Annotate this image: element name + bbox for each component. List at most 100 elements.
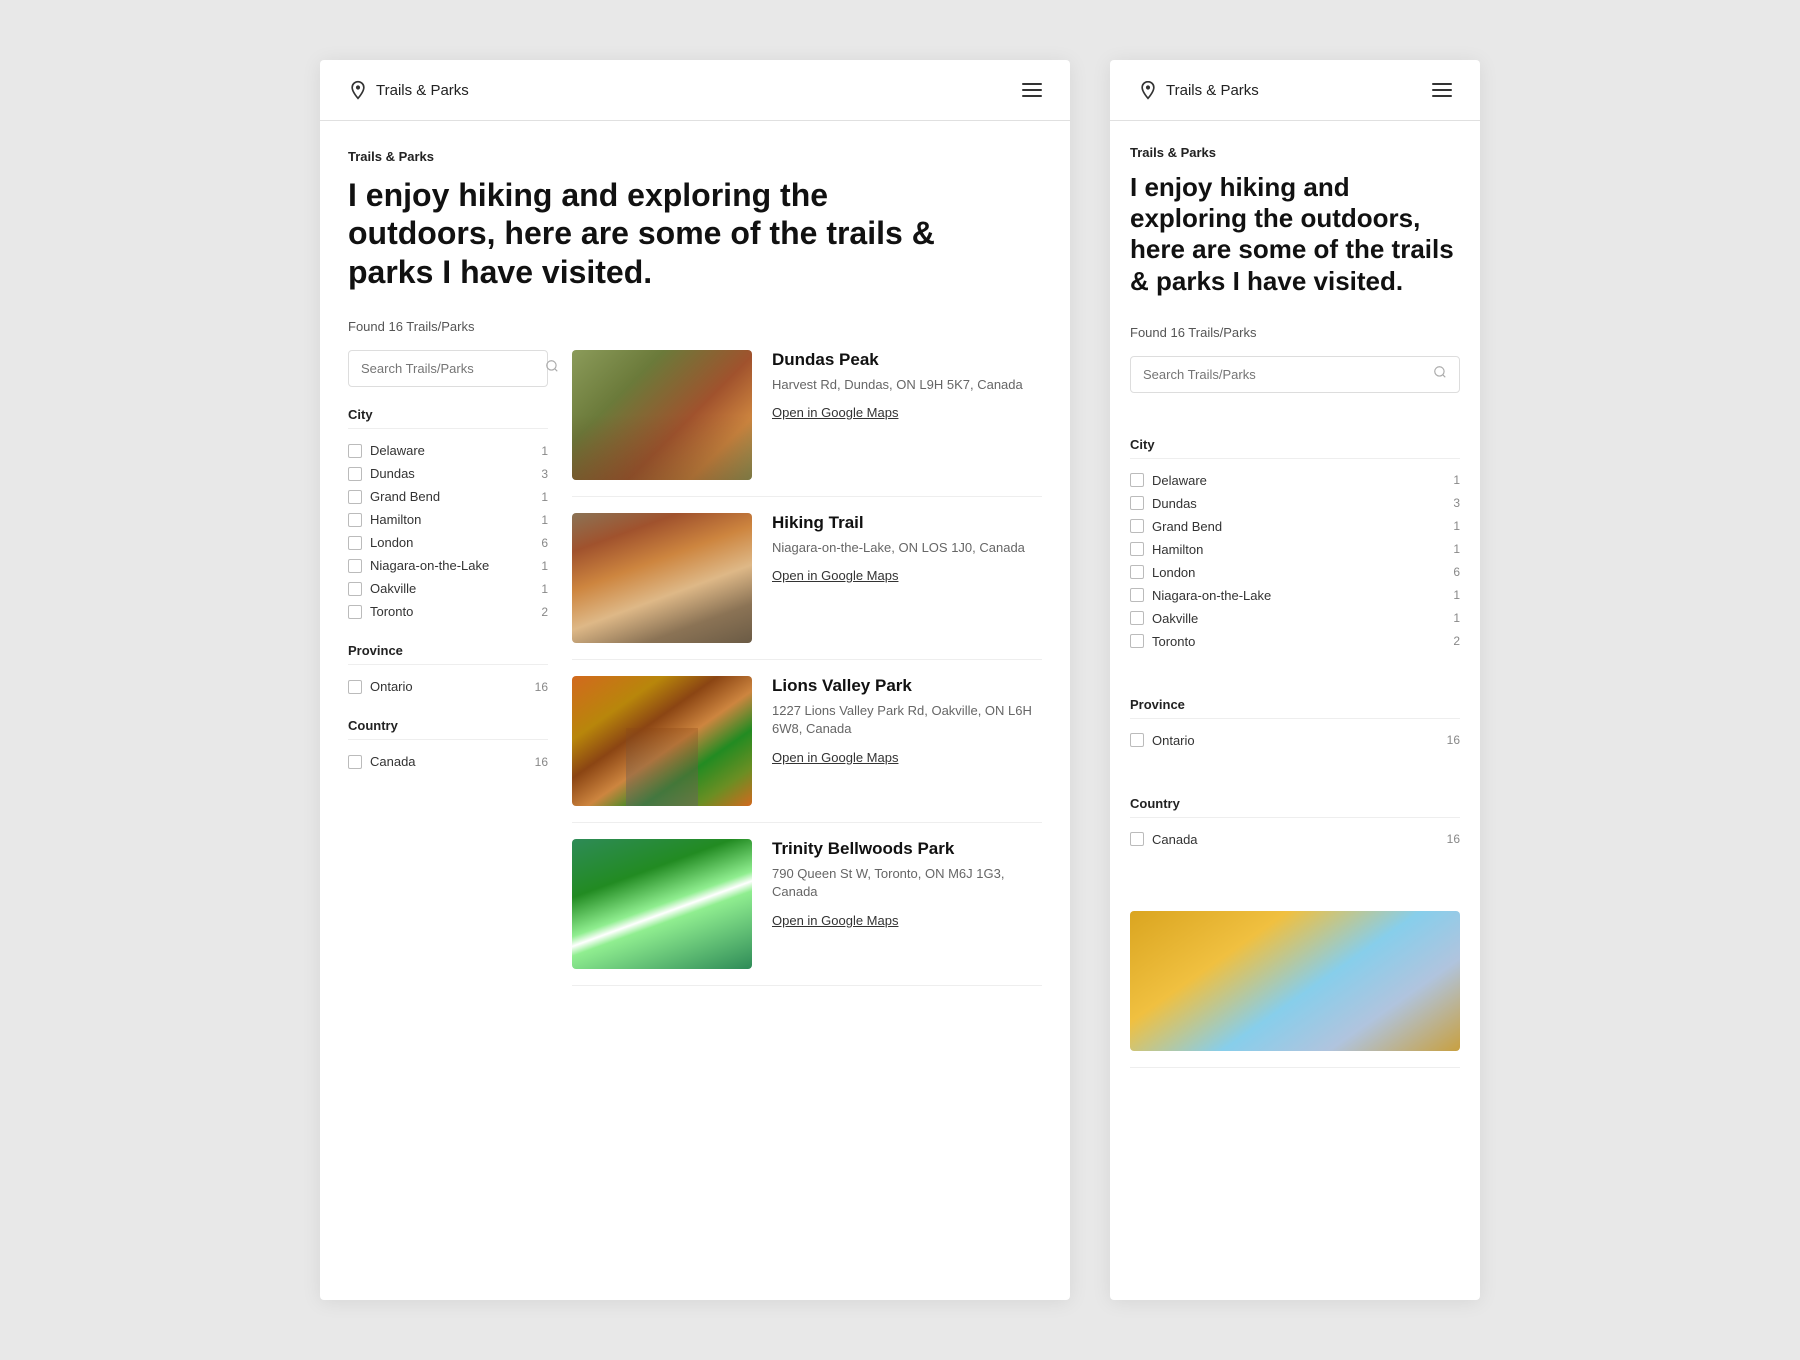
main-layout-right: City Delaware 1 Dundas 3 Grand Bend 1 Ha… [1130, 356, 1460, 1068]
trail-image-trinity [572, 839, 752, 969]
filter-item: Hamilton 1 [348, 508, 548, 531]
checkbox-grand-bend-left[interactable] [348, 490, 362, 504]
filter-city-label-left: City [348, 407, 548, 429]
header-title-right: Trails & Parks [1166, 82, 1259, 99]
checkbox-dundas-right[interactable] [1130, 496, 1144, 510]
right-panel: Trails & Parks Trails & Parks I enjoy hi… [1110, 60, 1480, 1300]
filter-item: Delaware 1 [348, 439, 548, 462]
filter-item: Dundas 3 [1130, 492, 1460, 515]
filter-item: Oakville 1 [348, 577, 548, 600]
search-input-left[interactable] [361, 361, 537, 376]
checkbox-toronto-left[interactable] [348, 605, 362, 619]
trail-address-dundas-peak: Harvest Rd, Dundas, ON L9H 5K7, Canada [772, 376, 1042, 394]
trail-address-lions-valley: 1227 Lions Valley Park Rd, Oakville, ON … [772, 702, 1042, 738]
filter-item: Toronto 2 [1130, 630, 1460, 653]
trail-item-lions-valley: Lions Valley Park 1227 Lions Valley Park… [572, 660, 1042, 823]
filter-item: Niagara-on-the-Lake 1 [348, 554, 548, 577]
checkbox-hamilton-right[interactable] [1130, 542, 1144, 556]
trail-info-trinity: Trinity Bellwoods Park 790 Queen St W, T… [772, 839, 1042, 969]
filter-country-right: Country Canada 16 [1130, 796, 1460, 851]
checkbox-delaware-right[interactable] [1130, 473, 1144, 487]
filter-item: London 6 [348, 531, 548, 554]
checkbox-grand-bend-right[interactable] [1130, 519, 1144, 533]
filter-country-label-left: Country [348, 718, 548, 740]
logo-right: Trails & Parks [1138, 80, 1259, 100]
location-pin-icon-right [1138, 80, 1158, 100]
checkbox-dundas-left[interactable] [348, 467, 362, 481]
trail-link-dundas-peak[interactable]: Open in Google Maps [772, 405, 898, 420]
checkbox-oakville-left[interactable] [348, 582, 362, 596]
logo-left: Trails & Parks [348, 80, 469, 100]
trail-name-dundas-peak: Dundas Peak [772, 350, 1042, 370]
trail-name-hiking-trail: Hiking Trail [772, 513, 1042, 533]
checkbox-canada-right[interactable] [1130, 832, 1144, 846]
trail-address-hiking-trail: Niagara-on-the-Lake, ON LOS 1J0, Canada [772, 539, 1042, 557]
trail-link-hiking-trail[interactable]: Open in Google Maps [772, 568, 898, 583]
checkbox-hamilton-left[interactable] [348, 513, 362, 527]
filter-country-label-right: Country [1130, 796, 1460, 818]
trail-info-hiking-trail: Hiking Trail Niagara-on-the-Lake, ON LOS… [772, 513, 1042, 643]
search-box-left[interactable] [348, 350, 548, 387]
checkbox-delaware-left[interactable] [348, 444, 362, 458]
trail-name-trinity: Trinity Bellwoods Park [772, 839, 1042, 859]
filter-item: Ontario 16 [1130, 729, 1460, 752]
page-heading-right: I enjoy hiking and exploring the outdoor… [1130, 172, 1460, 297]
trail-address-trinity: 790 Queen St W, Toronto, ON M6J 1G3, Can… [772, 865, 1042, 901]
checkbox-oakville-right[interactable] [1130, 611, 1144, 625]
trail-item-hiking-trail: Hiking Trail Niagara-on-the-Lake, ON LOS… [572, 497, 1042, 660]
trail-link-lions-valley[interactable]: Open in Google Maps [772, 750, 898, 765]
search-box-right[interactable] [1130, 356, 1460, 393]
filter-item: Grand Bend 1 [1130, 515, 1460, 538]
filter-item: Dundas 3 [348, 462, 548, 485]
content-left: Trails & Parks I enjoy hiking and explor… [320, 121, 1070, 1014]
trail-image-preview-right [1130, 911, 1460, 1051]
trail-item-trinity: Trinity Bellwoods Park 790 Queen St W, T… [572, 823, 1042, 986]
filter-item: Canada 16 [1130, 828, 1460, 851]
header-left: Trails & Parks [320, 60, 1070, 121]
main-layout-left: City Delaware 1 Dundas 3 Grand Bend 1 H [348, 350, 1042, 986]
filter-item: Hamilton 1 [1130, 538, 1460, 561]
filter-item: Niagara-on-the-Lake 1 [1130, 584, 1460, 607]
checkbox-niagara-right[interactable] [1130, 588, 1144, 602]
filter-item: Ontario 16 [348, 675, 548, 698]
hamburger-menu-left[interactable] [1022, 83, 1042, 97]
trail-info-lions-valley: Lions Valley Park 1227 Lions Valley Park… [772, 676, 1042, 806]
trail-image-hiking-trail [572, 513, 752, 643]
trail-item-dundas-peak: Dundas Peak Harvest Rd, Dundas, ON L9H 5… [572, 350, 1042, 497]
content-right: Trails & Parks I enjoy hiking and explor… [1110, 121, 1480, 1092]
filter-country-left: Country Canada 16 [348, 718, 548, 773]
checkbox-ontario-left[interactable] [348, 680, 362, 694]
left-panel: Trails & Parks Trails & Parks I enjoy hi… [320, 60, 1070, 1300]
filter-item: Oakville 1 [1130, 607, 1460, 630]
trail-image-dundas-peak [572, 350, 752, 480]
checkbox-niagara-left[interactable] [348, 559, 362, 573]
trail-name-lions-valley: Lions Valley Park [772, 676, 1042, 696]
trail-info-dundas-peak: Dundas Peak Harvest Rd, Dundas, ON L9H 5… [772, 350, 1042, 480]
hamburger-menu-right[interactable] [1432, 83, 1452, 97]
filter-item: London 6 [1130, 561, 1460, 584]
page-label-right: Trails & Parks [1130, 145, 1460, 160]
filter-province-label-right: Province [1130, 697, 1460, 719]
filter-city-left: City Delaware 1 Dundas 3 Grand Bend 1 H [348, 407, 548, 623]
trail-link-trinity[interactable]: Open in Google Maps [772, 913, 898, 928]
filter-item: Canada 16 [348, 750, 548, 773]
filter-city-label-right: City [1130, 437, 1460, 459]
checkbox-ontario-right[interactable] [1130, 733, 1144, 747]
checkbox-canada-left[interactable] [348, 755, 362, 769]
filter-province-label-left: Province [348, 643, 548, 665]
checkbox-toronto-right[interactable] [1130, 634, 1144, 648]
checkbox-london-left[interactable] [348, 536, 362, 550]
filter-item: Delaware 1 [1130, 469, 1460, 492]
header-title-left: Trails & Parks [376, 82, 469, 99]
results-count-right: Found 16 Trails/Parks [1130, 325, 1460, 340]
header-right: Trails & Parks [1110, 60, 1480, 121]
search-icon-right [1433, 365, 1447, 384]
location-pin-icon [348, 80, 368, 100]
checkbox-london-right[interactable] [1130, 565, 1144, 579]
page-label-left: Trails & Parks [348, 149, 1042, 164]
filter-province-right: Province Ontario 16 [1130, 697, 1460, 752]
trail-list-left: Dundas Peak Harvest Rd, Dundas, ON L9H 5… [572, 350, 1042, 986]
page-heading-left: I enjoy hiking and exploring the outdoor… [348, 176, 948, 291]
results-count-left: Found 16 Trails/Parks [348, 319, 1042, 334]
search-input-right[interactable] [1143, 367, 1425, 382]
